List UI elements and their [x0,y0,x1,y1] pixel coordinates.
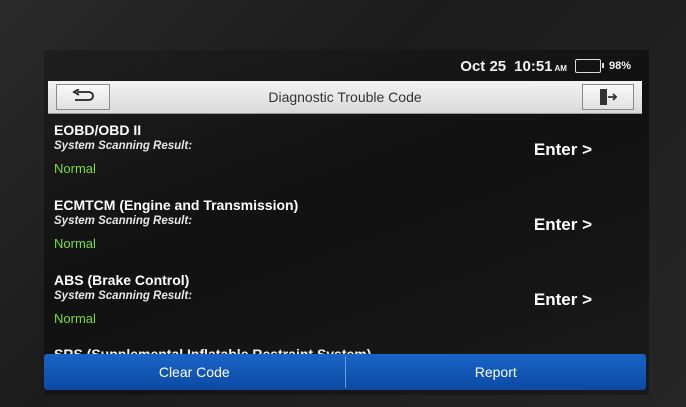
system-scan-result: Normal [54,161,96,176]
status-time: 10:51 [514,57,553,75]
clear-code-button[interactable]: Clear Code [44,354,345,390]
exit-button[interactable] [582,84,634,110]
list-item-eobd: EOBD/OBD II System Scanning Result: Norm… [54,122,634,176]
list-item-abs: ABS (Brake Control) System Scanning Resu… [54,272,634,326]
battery-percent: 98% [608,60,631,72]
system-name: EOBD/OBD II [54,122,142,138]
status-date: Oct 25 [460,57,507,75]
enter-button-abs[interactable]: Enter > [534,290,592,310]
system-scan-result: Normal [54,236,96,251]
back-button[interactable] [56,84,110,110]
return-arrow-icon [72,89,94,101]
report-button[interactable]: Report [346,354,647,390]
header-bar: Diagnostic Trouble Code [48,81,642,114]
enter-button-ecmtcm[interactable]: Enter > [534,215,592,235]
exit-door-icon [600,89,618,105]
battery-icon [574,59,604,73]
status-ampm: AM [554,63,567,73]
system-name: ECMTCM (Engine and Transmission) [54,197,299,213]
device-screen: Oct 25 10:51 AM 98% Diagnostic Trouble C… [44,50,649,395]
system-scan-result: Normal [54,311,96,326]
enter-button-eobd[interactable]: Enter > [534,140,592,160]
page-title: Diagnostic Trouble Code [268,89,422,105]
bottom-action-bar: Clear Code Report [44,354,646,390]
list-item-ecmtcm: ECMTCM (Engine and Transmission) System … [54,197,634,251]
status-bar: Oct 25 10:51 AM 98% [460,56,631,76]
system-name: ABS (Brake Control) [54,272,190,288]
